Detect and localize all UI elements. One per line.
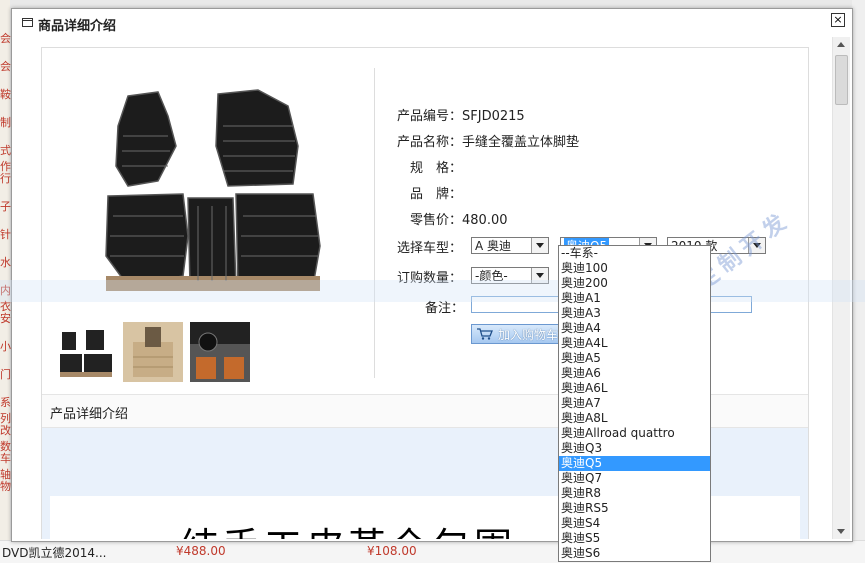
car-type-label: 选择车型： — [397, 241, 463, 256]
overlay-band — [0, 280, 865, 302]
product-name-value: 手缝全覆盖立体脚垫 — [462, 135, 580, 150]
dropdown-option[interactable]: --车系- — [559, 246, 710, 261]
chevron-down-icon — [531, 238, 548, 253]
dropdown-option[interactable]: 奥迪RS5 — [559, 501, 710, 516]
dropdown-option[interactable]: 奥迪A3 — [559, 306, 710, 321]
cart-icon — [477, 328, 493, 340]
scroll-down-icon[interactable] — [833, 523, 850, 539]
product-code-label: 产品编号： — [397, 109, 463, 124]
background-category-item[interactable]: 水 — [0, 254, 11, 270]
product-thumbnail[interactable] — [56, 322, 116, 382]
price-value: 480.00 — [462, 213, 508, 228]
dropdown-option[interactable]: 奥迪R8 — [559, 486, 710, 501]
dropdown-option[interactable]: 奥迪100 — [559, 261, 710, 276]
dropdown-option[interactable]: 奥迪A4 — [559, 321, 710, 336]
dropdown-option[interactable]: 奥迪S4 — [559, 516, 710, 531]
scrollbar-thumb[interactable] — [835, 55, 848, 105]
background-category-item[interactable]: 子 — [0, 198, 11, 214]
dropdown-option[interactable]: 奥迪A7 — [559, 396, 710, 411]
product-thumbnail[interactable] — [190, 322, 250, 382]
add-to-cart-label: 加入购物车 — [498, 328, 559, 342]
price-label: 零售价： — [410, 213, 463, 228]
brand-row: 品 牌： — [410, 183, 462, 202]
background-bottom-bar: DVD凯立德2014... ¥488.00 ¥108.00 — [0, 540, 865, 563]
dropdown-option[interactable]: 奥迪S5 — [559, 531, 710, 546]
dropdown-option[interactable]: 奥迪A5 — [559, 351, 710, 366]
background-category-item[interactable]: 安 — [0, 310, 11, 326]
background-category-item[interactable]: 行 — [0, 170, 11, 186]
background-product-title[interactable]: DVD凯立德2014... — [2, 544, 106, 561]
close-icon[interactable]: × — [831, 13, 845, 27]
background-category-item[interactable]: 会 — [0, 30, 11, 46]
product-name-row: 产品名称：手缝全覆盖立体脚垫 — [397, 131, 579, 150]
scroll-up-icon[interactable] — [833, 37, 850, 53]
dialog-header: 商品详细介绍 × — [12, 9, 852, 37]
dialog-title: 商品详细介绍 — [38, 19, 117, 34]
detail-banner-text: 纯手工皮革全包围 — [180, 516, 516, 539]
detail-heading: 产品详细介绍 — [50, 407, 129, 422]
background-price: ¥108.00 — [367, 544, 417, 558]
dropdown-option[interactable]: 奥迪200 — [559, 276, 710, 291]
background-price: ¥488.00 — [176, 544, 226, 558]
dropdown-option[interactable]: 奥迪Q7 — [559, 471, 710, 486]
car-brand-select[interactable]: A 奥迪 — [471, 237, 549, 254]
product-thumbnail[interactable] — [123, 322, 183, 382]
price-row: 零售价：480.00 — [410, 209, 508, 228]
product-name-label: 产品名称： — [397, 135, 463, 150]
background-category-item[interactable]: 小 — [0, 338, 11, 354]
dropdown-option[interactable]: 奥迪Q5 — [559, 456, 710, 471]
window-icon — [22, 18, 33, 27]
background-category-item[interactable]: 针 — [0, 226, 11, 242]
spec-label: 规 格： — [410, 161, 463, 176]
background-category-item[interactable]: 制 — [0, 114, 11, 130]
add-to-cart-button[interactable]: 加入购物车 — [471, 324, 563, 344]
background-category-item[interactable]: 鞍 — [0, 86, 11, 102]
product-code-value: SFJD0215 — [462, 109, 525, 124]
product-code-row: 产品编号：SFJD0215 — [397, 105, 525, 124]
background-category-item[interactable]: 会 — [0, 58, 11, 74]
column-divider — [374, 68, 375, 378]
dropdown-option[interactable]: 奥迪S6 — [559, 546, 710, 561]
brand-label: 品 牌： — [410, 187, 463, 202]
dropdown-option[interactable]: 奥迪Allroad quattro — [559, 426, 710, 441]
dropdown-option[interactable]: 奥迪A6L — [559, 381, 710, 396]
car-brand-value: A 奥迪 — [475, 239, 512, 253]
dropdown-option[interactable]: 奥迪A4L — [559, 336, 710, 351]
background-category-item[interactable]: 物 — [0, 478, 11, 494]
dropdown-option[interactable]: 奥迪A6 — [559, 366, 710, 381]
car-model-dropdown-list[interactable]: --车系- 奥迪100 奥迪200 奥迪A1 奥迪A3 奥迪A4 奥迪A4L 奥迪A5 奥迪A6… — [558, 245, 711, 562]
dropdown-option[interactable]: 奥迪A8L — [559, 411, 710, 426]
dropdown-option[interactable]: 奥迪A1 — [559, 291, 710, 306]
dropdown-option[interactable]: 奥迪Q3 — [559, 441, 710, 456]
background-category-item[interactable]: 门 — [0, 366, 11, 382]
spec-row: 规 格： — [410, 157, 462, 176]
